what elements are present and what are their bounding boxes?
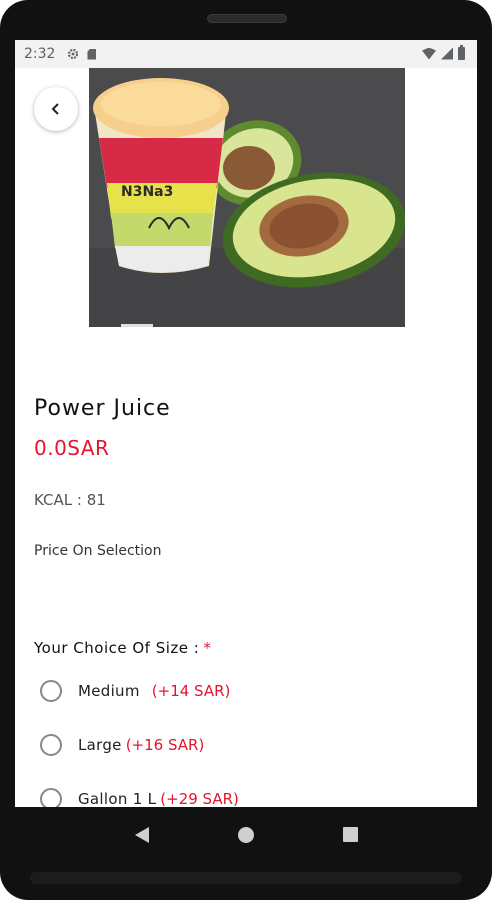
wifi-icon [422, 47, 436, 60]
sdcard-icon [87, 48, 97, 60]
phone-frame: 2:32 N3Na3 Power Juice 0.0SAR KCAL: 81 … [0, 0, 492, 900]
back-triangle-icon[interactable] [134, 826, 149, 843]
product-photo-illustration: N3Na3 [89, 68, 405, 327]
carousel-indicator[interactable] [121, 324, 153, 327]
option-extra-price: (+14 SAR) [151, 682, 231, 700]
size-option-large[interactable]: Large (+16 SAR) [40, 734, 204, 756]
cup-brand-text: N3Na3 [121, 184, 173, 200]
price-note: Price On Selection [34, 543, 162, 559]
product-photo: N3Na3 [89, 68, 405, 327]
recent-square-icon[interactable] [342, 827, 358, 842]
signal-icon [441, 47, 453, 60]
back-button[interactable] [34, 87, 78, 131]
option-label: Medium [78, 682, 140, 700]
chevron-left-icon [51, 103, 59, 115]
status-time: 2:32 [24, 46, 56, 62]
phone-chin [30, 872, 462, 884]
product-kcal: KCAL : 81 [34, 491, 106, 509]
size-option-medium[interactable]: Medium (+14 SAR) [40, 680, 230, 702]
option-label: Gallon 1 L [78, 790, 157, 807]
radio-button[interactable] [40, 680, 62, 702]
system-nav-bar [0, 807, 492, 862]
size-choice-label: Your Choice Of Size : [34, 639, 200, 657]
option-extra-price: (+29 SAR) [160, 790, 239, 807]
size-option-gallon[interactable]: Gallon 1 L (+29 SAR) [40, 788, 239, 807]
app-screen: 2:32 N3Na3 Power Juice 0.0SAR KCAL: 81 … [15, 40, 477, 807]
home-circle-icon[interactable] [237, 826, 254, 843]
option-extra-price: (+16 SAR) [125, 736, 205, 754]
radio-button[interactable] [40, 788, 62, 807]
status-bar: 2:32 [15, 40, 477, 68]
gear-icon [68, 48, 79, 60]
product-title: Power Juice [34, 396, 171, 421]
radio-button[interactable] [40, 734, 62, 756]
product-price: 0.0SAR [34, 436, 110, 460]
battery-icon [458, 45, 465, 60]
size-choice-heading: Your Choice Of Size : * [34, 639, 211, 657]
required-marker: * [203, 639, 212, 657]
speaker-grille [207, 14, 287, 23]
option-label: Large [78, 736, 122, 754]
